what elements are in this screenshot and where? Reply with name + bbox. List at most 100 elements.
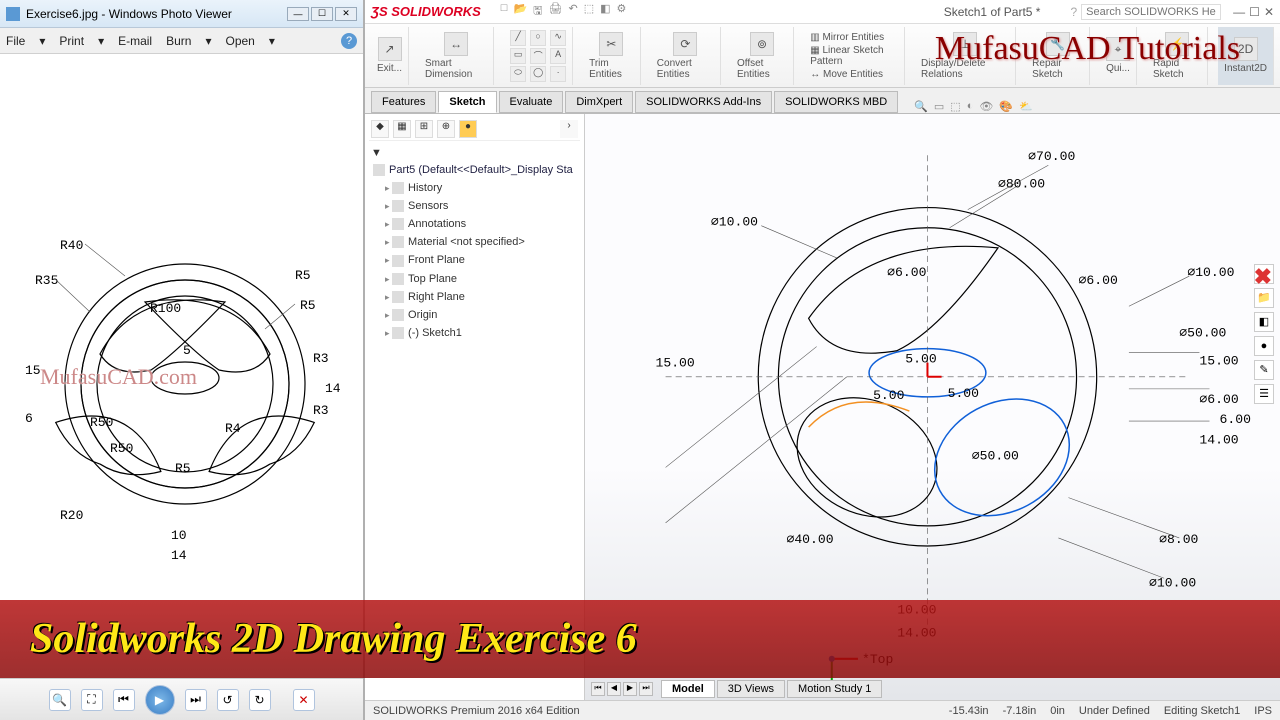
tab-addins[interactable]: SOLIDWORKS Add-Ins [635, 91, 772, 113]
menu-print[interactable]: Print [59, 34, 84, 48]
bottom-tab-3dviews[interactable]: 3D Views [717, 680, 785, 698]
tree-filter-icon[interactable]: ▼ [371, 147, 382, 159]
svg-text:∅80.00: ∅80.00 [998, 176, 1045, 191]
spline-tool-icon[interactable]: ∿ [550, 30, 566, 46]
wpv-image-canvas[interactable]: R40 R35 R100 R5 15 6 R50 R50 R3 R3 14 R4… [0, 54, 363, 678]
repair-sketch-button[interactable]: 🔧Repair Sketch [1026, 27, 1090, 85]
hide-show-icon[interactable]: 👁 [979, 100, 993, 113]
close-sketch-x-icon[interactable]: ✖ [1254, 264, 1272, 290]
circle-tool-icon[interactable]: ○ [530, 30, 546, 46]
display-relations-button[interactable]: ⊥Display/Delete Relations [915, 27, 1016, 85]
mirror-entities-button[interactable]: ▥ Mirror Entities [810, 32, 884, 43]
tab-nav-first[interactable]: ⏮ [591, 682, 605, 696]
tree-tab3-icon[interactable]: ⊞ [415, 120, 433, 138]
zoom-out-button[interactable]: 🔍 [49, 689, 71, 711]
svg-text:R5: R5 [175, 461, 191, 476]
arc-tool-icon[interactable]: ⌒ [530, 48, 546, 64]
sw-close-button[interactable]: ✕ [1264, 5, 1274, 19]
menu-file[interactable]: File [6, 34, 25, 48]
tree-tab1-icon[interactable]: ◆ [371, 120, 389, 138]
qat-rebuild-icon[interactable]: ◧ [600, 2, 610, 21]
tree-item-front-plane[interactable]: Front Plane [369, 251, 580, 269]
slot-tool-icon[interactable]: ⬭ [510, 66, 526, 82]
delete-button[interactable]: ✕ [293, 689, 315, 711]
taskpane-appearance-icon[interactable]: ● [1254, 336, 1274, 356]
point-tool-icon[interactable]: · [550, 66, 566, 82]
qat-print-icon[interactable]: 🖨 [549, 2, 563, 21]
rapid-sketch-button[interactable]: ⚡Rapid Sketch [1147, 27, 1208, 85]
trim-entities-button[interactable]: ✂Trim Entities [583, 27, 641, 85]
sw-maximize-button[interactable]: ☐ [1249, 5, 1260, 19]
maximize-button[interactable]: ☐ [311, 7, 333, 21]
taskpane-resources-icon[interactable]: 📁 [1254, 288, 1274, 308]
offset-entities-button[interactable]: ⊚Offset Entities [731, 27, 794, 85]
rotate-cw-button[interactable]: ↻ [249, 689, 271, 711]
exit-sketch-button[interactable]: ↗Exit... [371, 27, 409, 85]
tree-tab5-icon[interactable]: ● [459, 120, 477, 138]
convert-entities-button[interactable]: ⟳Convert Entities [651, 27, 721, 85]
tab-dimxpert[interactable]: DimXpert [565, 91, 633, 113]
tree-item-sketch1[interactable]: (-) Sketch1 [369, 324, 580, 342]
qat-options-icon[interactable]: ⚙ [617, 2, 627, 21]
quick-snaps-button[interactable]: ⌖Qui... [1100, 27, 1137, 85]
tab-nav-prev[interactable]: ◀ [607, 682, 621, 696]
tree-expand-icon[interactable]: › [560, 120, 578, 138]
bottom-tab-motion[interactable]: Motion Study 1 [787, 680, 882, 698]
tree-tab2-icon[interactable]: ▦ [393, 120, 411, 138]
tab-nav-last[interactable]: ⏭ [639, 682, 653, 696]
qat-select-icon[interactable]: ⬚ [584, 2, 594, 21]
menu-burn[interactable]: Burn [166, 34, 191, 48]
close-button[interactable]: ✕ [335, 7, 357, 21]
taskpane-custom-icon[interactable]: ✎ [1254, 360, 1274, 380]
tree-item-annotations[interactable]: Annotations [369, 215, 580, 233]
smart-dimension-button[interactable]: ↔Smart Dimension [419, 27, 494, 85]
tab-evaluate[interactable]: Evaluate [499, 91, 564, 113]
taskpane-forum-icon[interactable]: ☰ [1254, 384, 1274, 404]
menu-open[interactable]: Open [226, 34, 255, 48]
display-style-icon[interactable]: ◐ [967, 100, 974, 113]
linear-pattern-button[interactable]: ▦ Linear Sketch Pattern [810, 45, 898, 67]
bottom-tab-model[interactable]: Model [661, 680, 715, 698]
scene-icon[interactable]: ⛅ [1019, 100, 1033, 113]
search-input[interactable] [1081, 4, 1221, 20]
tree-item-origin[interactable]: Origin [369, 306, 580, 324]
qat-save-icon[interactable]: 🖫 [533, 2, 542, 21]
appearance-icon[interactable]: 🎨 [999, 100, 1013, 113]
qat-undo-icon[interactable]: ↶ [569, 2, 578, 21]
text-tool-icon[interactable]: A [550, 48, 566, 64]
sw-minimize-button[interactable]: — [1233, 5, 1245, 19]
next-button[interactable]: ⏭ [185, 689, 207, 711]
zoom-fit-icon[interactable]: 🔍 [914, 100, 928, 113]
tree-item-material[interactable]: Material <not specified> [369, 233, 580, 251]
prev-button[interactable]: ⏮ [113, 689, 135, 711]
view-orient-icon[interactable]: ⬚ [950, 100, 960, 113]
slideshow-button[interactable]: ▶ [145, 685, 175, 715]
taskpane-view-icon[interactable]: ◧ [1254, 312, 1274, 332]
tab-nav-next[interactable]: ▶ [623, 682, 637, 696]
move-entities-button[interactable]: ↔ Move Entities [810, 69, 883, 80]
line-tool-icon[interactable]: ╱ [510, 30, 526, 46]
tree-item-sensors[interactable]: Sensors [369, 197, 580, 215]
tree-tab4-icon[interactable]: ⊕ [437, 120, 455, 138]
fit-button[interactable]: ⛶ [81, 689, 103, 711]
rect-tool-icon[interactable]: ▭ [510, 48, 526, 64]
tree-root[interactable]: Part5 (Default<<Default>_Display Sta [369, 161, 580, 179]
tab-sketch[interactable]: Sketch [438, 91, 496, 113]
tree-item-top-plane[interactable]: Top Plane [369, 270, 580, 288]
zoom-area-icon[interactable]: ▭ [934, 100, 944, 113]
tab-features[interactable]: Features [371, 91, 436, 113]
rotate-ccw-button[interactable]: ↺ [217, 689, 239, 711]
instant2d-button[interactable]: 2DInstant2D [1218, 27, 1274, 85]
minimize-button[interactable]: — [287, 7, 309, 21]
tab-mbd[interactable]: SOLIDWORKS MBD [774, 91, 898, 113]
svg-text:14: 14 [325, 381, 340, 396]
help-icon[interactable]: ? [341, 33, 357, 49]
qat-open-icon[interactable]: 📂 [513, 2, 527, 21]
status-units[interactable]: IPS [1254, 705, 1272, 717]
search-help-icon: ? [1070, 5, 1077, 19]
tree-item-right-plane[interactable]: Right Plane [369, 288, 580, 306]
menu-email[interactable]: E-mail [118, 34, 152, 48]
qat-new-icon[interactable]: □ [501, 2, 508, 21]
tree-item-history[interactable]: History [369, 179, 580, 197]
ellipse-tool-icon[interactable]: ◯ [530, 66, 546, 82]
